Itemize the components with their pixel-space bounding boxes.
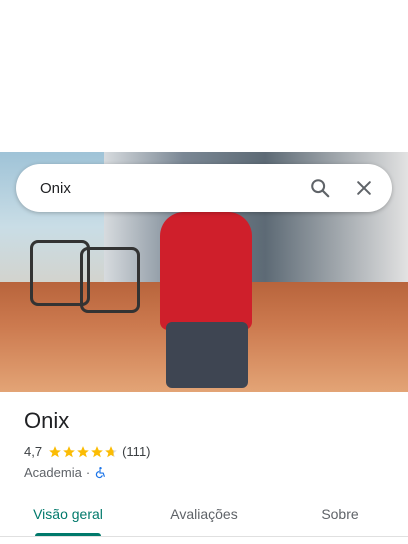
star-half-icon bbox=[105, 445, 117, 457]
photo-person-shorts bbox=[166, 322, 248, 388]
tab-reviews[interactable]: Avaliações bbox=[136, 496, 272, 536]
rating-value: 4,7 bbox=[24, 444, 43, 459]
search-input[interactable]: Onix bbox=[16, 180, 298, 197]
photo-person-shirt bbox=[160, 212, 252, 330]
tab-about[interactable]: Sobre bbox=[272, 496, 408, 536]
star-icon bbox=[49, 445, 61, 457]
category-row: Academia · bbox=[24, 465, 107, 480]
rating-row[interactable]: 4,7 (111) bbox=[24, 444, 151, 459]
review-count: (111) bbox=[122, 444, 151, 459]
star-icon bbox=[77, 445, 89, 457]
place-category: Academia bbox=[24, 465, 82, 480]
close-icon-glyph bbox=[357, 181, 371, 195]
tab-label: Avaliações bbox=[170, 506, 238, 522]
tab-label: Visão geral bbox=[33, 506, 103, 522]
star-icon bbox=[63, 445, 75, 457]
tabs-divider bbox=[0, 536, 408, 537]
search-icon[interactable] bbox=[298, 164, 342, 212]
star-icon bbox=[91, 445, 103, 457]
wheelchair-icon bbox=[95, 466, 106, 479]
tab-label: Sobre bbox=[321, 506, 359, 522]
search-icon-glyph bbox=[311, 179, 330, 198]
star-rating bbox=[48, 445, 118, 459]
separator-dot: · bbox=[85, 465, 91, 480]
close-icon[interactable] bbox=[342, 164, 386, 212]
tab-overview[interactable]: Visão geral bbox=[0, 496, 136, 536]
photo-exercise-bike bbox=[80, 247, 140, 313]
search-bar[interactable]: Onix bbox=[16, 164, 392, 212]
place-title: Onix bbox=[24, 408, 70, 433]
place-tabs: Visão geral Avaliações Sobre bbox=[0, 496, 408, 536]
